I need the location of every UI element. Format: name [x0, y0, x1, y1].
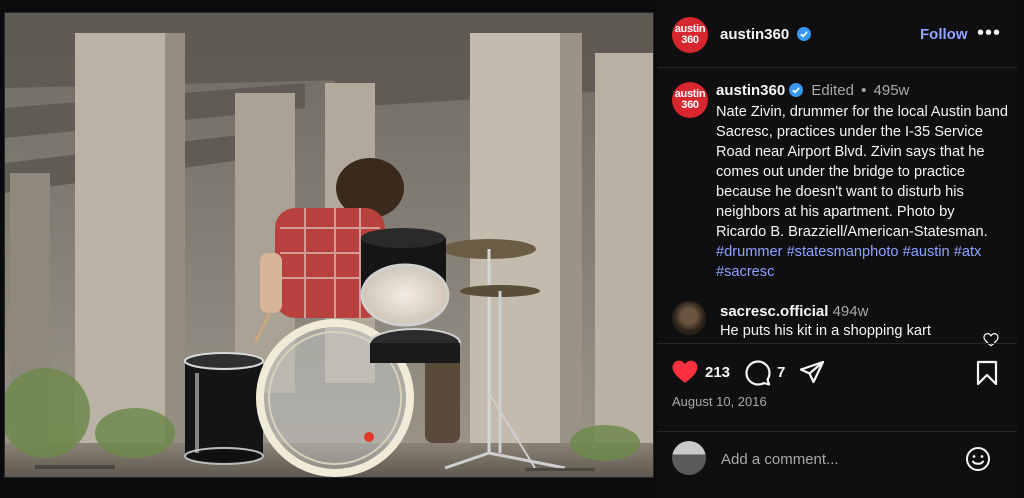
emoji-picker-icon[interactable] [965, 446, 991, 472]
share-send-icon[interactable] [799, 360, 825, 386]
post-actions: 213 7 August 10, 2016 [657, 343, 1017, 431]
follow-button[interactable]: Follow [920, 26, 968, 43]
hashtag-statesmanphoto[interactable]: #statesmanphoto [787, 244, 899, 260]
hashtag-drummer[interactable]: #drummer [716, 244, 783, 260]
like-heart-icon[interactable] [672, 360, 698, 384]
comment-header: sacresc.official 494w [720, 303, 868, 320]
commenter-username[interactable]: sacresc.official [720, 303, 828, 320]
verified-badge-icon [797, 27, 812, 41]
account-username[interactable]: austin360 [720, 26, 789, 43]
caption-verified-badge-icon [789, 83, 804, 97]
instagram-post-modal: austin 360 austin360 Follow ••• austin 3… [0, 0, 1024, 498]
add-comment-bar [657, 431, 1017, 498]
post-photo [4, 12, 654, 478]
hashtag-atx[interactable]: #atx [954, 244, 982, 260]
caption-avatar[interactable]: austin 360 [672, 82, 708, 118]
account-username-container: austin360 [720, 26, 812, 43]
like-count[interactable]: 213 [705, 364, 730, 381]
comment-text: He puts his kit in a shopping kart [720, 323, 931, 339]
hashtag-sacresc[interactable]: #sacresc [716, 264, 774, 280]
comment-bubble-icon[interactable] [745, 360, 771, 386]
caption-avatar-line2: 360 [681, 99, 699, 111]
more-options-icon[interactable]: ••• [977, 22, 1001, 45]
bottom-strip [0, 484, 657, 498]
post-date[interactable]: August 10, 2016 [672, 394, 767, 409]
drummer-photo-illustration [5, 13, 653, 477]
caption-text: Nate Zivin, drummer for the local Austin… [716, 102, 1008, 282]
caption-header: austin360 Edited • 495w [716, 82, 909, 99]
comment-time[interactable]: 494w [833, 303, 869, 320]
avatar-text-line2: 360 [681, 34, 699, 46]
add-comment-input[interactable] [721, 447, 951, 471]
current-user-avatar[interactable] [672, 441, 706, 475]
caption-time[interactable]: 495w [874, 82, 910, 99]
caption-body: Nate Zivin, drummer for the local Austin… [716, 104, 1009, 240]
edited-label: Edited [811, 82, 854, 99]
hashtag-austin[interactable]: #austin [903, 244, 950, 260]
save-bookmark-icon[interactable] [976, 360, 998, 386]
separator-dot: • [861, 82, 867, 99]
post-header: austin 360 austin360 Follow ••• [657, 0, 1017, 68]
post-sidebar: austin 360 austin360 Follow ••• austin 3… [657, 0, 1017, 498]
comment-count[interactable]: 7 [777, 364, 785, 381]
commenter-avatar[interactable] [672, 301, 706, 335]
comment-item: sacresc.official 494w He puts his kit in… [657, 296, 1017, 347]
caption-username[interactable]: austin360 [716, 82, 785, 99]
account-avatar[interactable]: austin 360 [672, 17, 708, 53]
